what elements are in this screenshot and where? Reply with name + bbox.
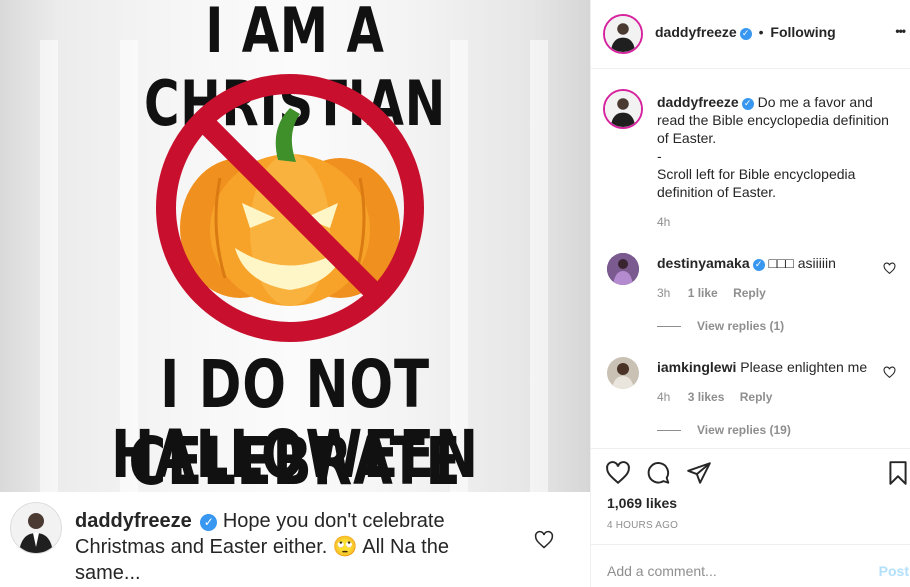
comment-item: iamkinglewi Please enlighten me <box>657 358 882 376</box>
header-avatar[interactable] <box>603 14 643 54</box>
comment-bubble-icon[interactable] <box>645 460 671 486</box>
comment-text: Please enlighten me <box>740 359 868 375</box>
likes-count[interactable]: 1,069 likes <box>607 495 677 511</box>
caption-avatar[interactable] <box>603 89 643 129</box>
comment-meta: 4h 3 likes Reply <box>657 390 772 404</box>
person-avatar-icon <box>11 503 61 553</box>
add-comment-divider <box>591 544 910 545</box>
comment-reply-button[interactable]: Reply <box>740 390 773 404</box>
post-caption: daddyfreeze ✓ Do me a favor and read the … <box>657 93 902 231</box>
comment-username[interactable]: iamkinglewi <box>657 359 736 375</box>
header-username[interactable]: daddyfreeze <box>655 24 737 40</box>
following-button[interactable]: Following <box>770 24 835 40</box>
instagram-post-view: I AM A CHRISTIAN I DO NOT CELEBRATE HALL… <box>0 0 910 587</box>
verified-badge-icon: ✓ <box>752 259 765 271</box>
avatar[interactable] <box>10 502 62 554</box>
comment-avatar[interactable] <box>607 253 639 285</box>
comment-heart-icon[interactable] <box>883 366 896 379</box>
replies-divider <box>657 430 681 432</box>
header-separator: • <box>758 24 764 40</box>
post-detail-panel: daddyfreeze ✓ • Following ••• daddyfreeze… <box>590 0 910 587</box>
post-timestamp[interactable]: 4 HOURS AGO <box>607 520 678 531</box>
person-avatar-icon <box>605 16 641 52</box>
comment-meta: 3h 1 like Reply <box>657 286 766 300</box>
add-comment-input[interactable]: Add a comment... <box>607 563 717 579</box>
like-heart-icon[interactable] <box>605 460 631 486</box>
caption-line-3: Scroll left for Bible encyclopedia defin… <box>657 166 856 200</box>
comment-avatar[interactable] <box>607 357 639 389</box>
verified-badge-icon: ✓ <box>741 98 754 110</box>
caption-time[interactable]: 4h <box>657 213 902 231</box>
comment-username[interactable]: destinyamaka <box>657 255 750 271</box>
comment-time[interactable]: 4h <box>657 390 670 404</box>
post-comment-button[interactable]: Post <box>879 563 909 579</box>
view-replies-button[interactable]: View replies (19) <box>657 423 791 437</box>
overlay-username[interactable]: daddyfreeze <box>75 510 192 532</box>
comment-time[interactable]: 3h <box>657 286 670 300</box>
post-header: daddyfreeze ✓ • Following ••• <box>591 0 910 69</box>
comment-heart-icon[interactable] <box>883 262 896 275</box>
more-options-icon[interactable]: ••• <box>895 24 906 38</box>
action-bar <box>591 448 910 449</box>
no-pumpkin-icon <box>156 74 424 342</box>
view-replies-button[interactable]: View replies (1) <box>657 319 784 333</box>
verified-badge-icon: ✓ <box>200 514 218 531</box>
comment-likes[interactable]: 3 likes <box>688 390 725 404</box>
verified-badge-icon: ✓ <box>739 28 752 40</box>
person-avatar-icon <box>607 253 639 285</box>
save-bookmark-icon[interactable] <box>885 460 910 486</box>
comment-item: destinyamaka ✓ □□□ asiiiiin <box>657 254 882 272</box>
comment-reply-button[interactable]: Reply <box>733 286 766 300</box>
comment-likes[interactable]: 1 like <box>688 286 718 300</box>
person-avatar-icon <box>605 91 641 127</box>
caption-line-2: - <box>657 148 662 164</box>
person-avatar-icon <box>607 357 639 389</box>
caption-username[interactable]: daddyfreeze <box>657 94 739 110</box>
comment-text: □□□ asiiiiin <box>768 255 836 271</box>
share-paper-plane-icon[interactable] <box>686 460 712 486</box>
overlay-comment: daddyfreeze ✓ Hope you don't celebrate C… <box>0 492 590 587</box>
heart-icon[interactable] <box>534 530 554 550</box>
post-image[interactable]: I AM A CHRISTIAN I DO NOT CELEBRATE HALL… <box>0 0 590 492</box>
meme-bottom-line-2: HALLOWEEN <box>111 416 479 492</box>
replies-divider <box>657 326 681 328</box>
